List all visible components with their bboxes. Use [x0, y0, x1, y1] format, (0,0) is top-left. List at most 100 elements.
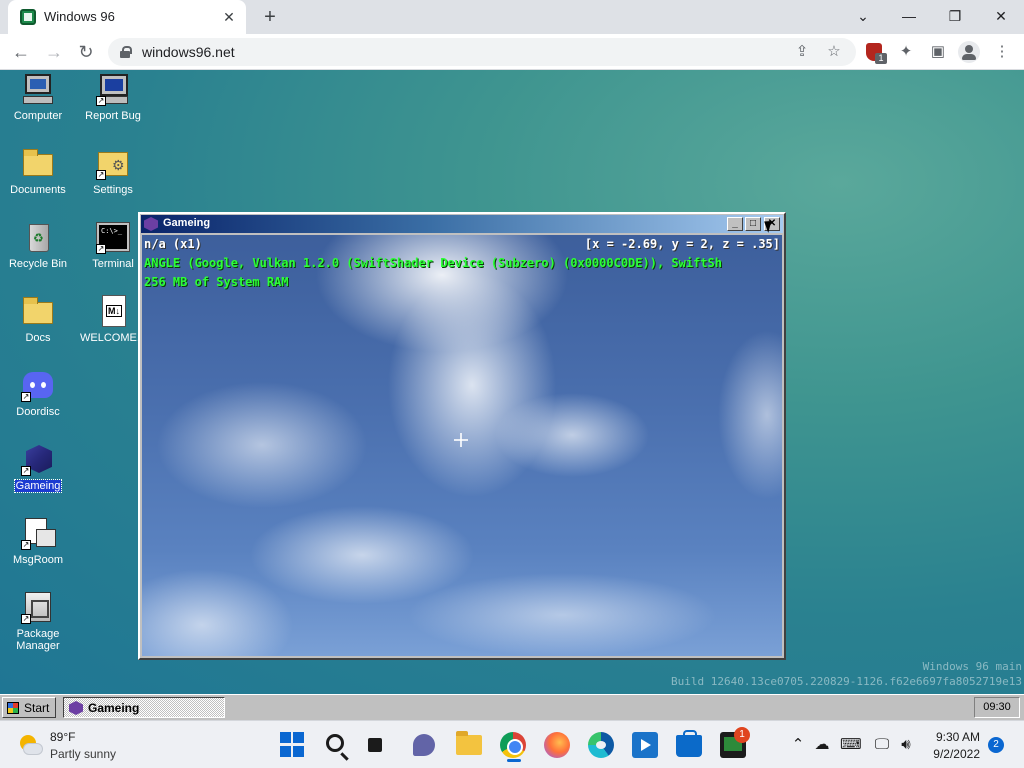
computer-icon — [25, 74, 51, 94]
file-explorer-icon[interactable] — [456, 731, 482, 755]
windows96-favicon-icon — [20, 9, 36, 25]
tab-search-button[interactable]: ⌄ — [840, 2, 886, 30]
system-clock-time[interactable]: 9:30 AM — [936, 730, 980, 744]
documents-folder-icon — [23, 149, 53, 176]
desktop-icon-label-selected: Gameing — [13, 479, 63, 493]
docs-folder-icon — [23, 297, 53, 324]
volume-icon[interactable]: 🔊︎ — [896, 735, 916, 755]
new-tab-button[interactable]: + — [258, 6, 282, 30]
win96-clock[interactable]: 09:30 — [974, 697, 1020, 718]
bookmark-star-icon[interactable]: ☆ — [824, 42, 844, 62]
keyboard-icon[interactable]: ⌨ — [840, 735, 862, 755]
taskbar-item-label: Gameing — [88, 701, 140, 715]
search-icon[interactable] — [326, 734, 344, 752]
window-title: Gameing — [163, 217, 211, 229]
desktop-icon-package-manager[interactable]: ↗ Package Manager — [1, 590, 75, 654]
chrome-icon[interactable] — [500, 732, 526, 758]
notification-count-badge[interactable]: 2 — [988, 737, 1004, 753]
weather-description[interactable]: Partly sunny — [50, 747, 116, 761]
profile-avatar-icon[interactable] — [958, 41, 980, 63]
desktop-icon-label: Terminal — [92, 258, 134, 270]
desktop-icon-doordisc[interactable]: ↗ Doordisc — [1, 368, 75, 420]
start-button[interactable]: Start — [2, 697, 56, 718]
weather-partly-sunny-icon[interactable] — [18, 733, 42, 757]
desktop-icon-docs[interactable]: Docs — [1, 294, 75, 346]
desktop-icon-gameing[interactable]: ↗ Gameing — [1, 442, 75, 494]
computer-base-icon — [23, 96, 53, 104]
system-clock-date[interactable]: 9/2/2022 — [933, 747, 980, 761]
shortcut-arrow-icon: ↗ — [21, 392, 31, 402]
desktop-icon-label: Package Manager — [16, 628, 60, 652]
windows-start-icon[interactable] — [280, 732, 306, 758]
recycle-bin-icon — [29, 224, 49, 252]
desktop-icon-label: MsgRoom — [12, 554, 64, 566]
build-watermark-line1: Windows 96 main — [922, 660, 1022, 673]
desktop-icon-msgroom[interactable]: ↗ MsgRoom — [1, 516, 75, 568]
desktop-icon-settings[interactable]: ↗ Settings — [76, 146, 150, 198]
desktop-icon-recycle-bin[interactable]: Recycle Bin — [1, 220, 75, 272]
crosshair-icon — [454, 433, 468, 447]
firefox-icon[interactable] — [544, 732, 570, 758]
browser-toolbar: ← → ↻ windows96.net ⇪ ☆ 1 ✦ ▣ ⋮ — [0, 34, 1024, 70]
teams-chat-icon[interactable] — [413, 734, 435, 756]
desktop-icon-computer[interactable]: Computer — [1, 72, 75, 124]
markdown-file-icon — [102, 295, 126, 327]
shortcut-arrow-icon: ↗ — [96, 96, 106, 106]
forward-button[interactable]: → — [41, 39, 67, 65]
address-bar[interactable]: windows96.net ⇪ ☆ — [108, 38, 856, 66]
chrome-menu-icon[interactable]: ⋮ — [990, 40, 1014, 64]
app-notification-badge: 1 — [734, 727, 750, 743]
desktop-icon-label: Docs — [25, 332, 51, 344]
cube-game-icon — [144, 217, 158, 231]
desktop-icon-label: Computer — [13, 110, 63, 122]
gameing-window: Gameing _ □ ✕ n/a (x1) [x = -2.69, y = 2… — [138, 212, 786, 660]
minimize-window-button[interactable]: — — [886, 2, 932, 30]
win96-taskbar: Start Gameing 09:30 — [0, 694, 1024, 720]
window-maximize-button[interactable]: □ — [745, 217, 761, 231]
shortcut-arrow-icon: ↗ — [21, 466, 31, 476]
share-icon[interactable]: ⇪ — [792, 42, 812, 62]
desktop-icon-label: Settings — [93, 184, 133, 196]
shortcut-arrow-icon: ↗ — [96, 244, 106, 254]
hud-renderer: ANGLE (Google, Vulkan 1.2.0 (SwiftShader… — [144, 256, 722, 270]
browser-tab[interactable]: Windows 96 ✕ — [8, 0, 246, 34]
active-app-indicator — [507, 759, 521, 762]
network-icon[interactable]: 🖵 — [872, 735, 892, 755]
desktop-icon-documents[interactable]: Documents — [1, 146, 75, 198]
reload-button[interactable]: ↻ — [73, 39, 99, 65]
lock-icon[interactable] — [120, 46, 132, 58]
desktop-icon-report-bug[interactable]: ↗ Report Bug — [76, 72, 150, 124]
restore-window-button[interactable]: ❐ — [932, 2, 978, 30]
edge-icon[interactable] — [588, 732, 614, 758]
extension-badge: 1 — [875, 53, 887, 64]
taskbar-item-gameing[interactable]: Gameing — [63, 697, 225, 718]
desktop-icon-label: Doordisc — [16, 406, 60, 418]
start-logo-icon — [7, 702, 19, 714]
close-window-button[interactable]: ✕ — [978, 2, 1024, 30]
media-player-icon[interactable] — [632, 732, 658, 758]
window-minimize-button[interactable]: _ — [727, 217, 743, 231]
desktop-icon-label: Documents — [10, 184, 66, 196]
task-view-icon[interactable] — [366, 732, 394, 758]
build-watermark-line2: Build 12640.13ce0705.220829-1126.f62e669… — [671, 675, 1022, 688]
report-bug-icon — [100, 74, 128, 96]
back-button[interactable]: ← — [8, 39, 34, 65]
browser-tab-bar: Windows 96 ✕ + ⌄ — ❐ ✕ — [0, 0, 1024, 34]
start-label: Start — [24, 701, 50, 715]
shortcut-arrow-icon: ↗ — [21, 540, 31, 550]
onedrive-offline-icon[interactable]: ☁ — [812, 735, 832, 755]
show-hidden-icons-chevron[interactable]: ⌃ — [788, 735, 808, 755]
url-text[interactable]: windows96.net — [142, 44, 235, 60]
shortcut-arrow-icon: ↗ — [96, 170, 106, 180]
side-panel-icon[interactable]: ▣ — [926, 40, 950, 64]
weather-temperature[interactable]: 89°F — [50, 730, 75, 744]
shortcut-arrow-icon: ↗ — [21, 614, 31, 624]
extensions-puzzle-icon[interactable]: ✦ — [894, 40, 918, 64]
tab-close-button[interactable]: ✕ — [220, 8, 238, 26]
cube-game-icon — [69, 701, 83, 715]
game-viewport[interactable]: n/a (x1) [x = -2.69, y = 2, z = .35] ANG… — [142, 235, 782, 656]
win96-desktop: Computer ↗ Report Bug Documents ↗ Settin… — [0, 70, 1024, 694]
hud-fps: n/a (x1) — [144, 237, 202, 251]
microsoft-store-icon[interactable] — [676, 730, 702, 757]
gameing-titlebar[interactable]: Gameing _ □ ✕ — [141, 215, 783, 233]
